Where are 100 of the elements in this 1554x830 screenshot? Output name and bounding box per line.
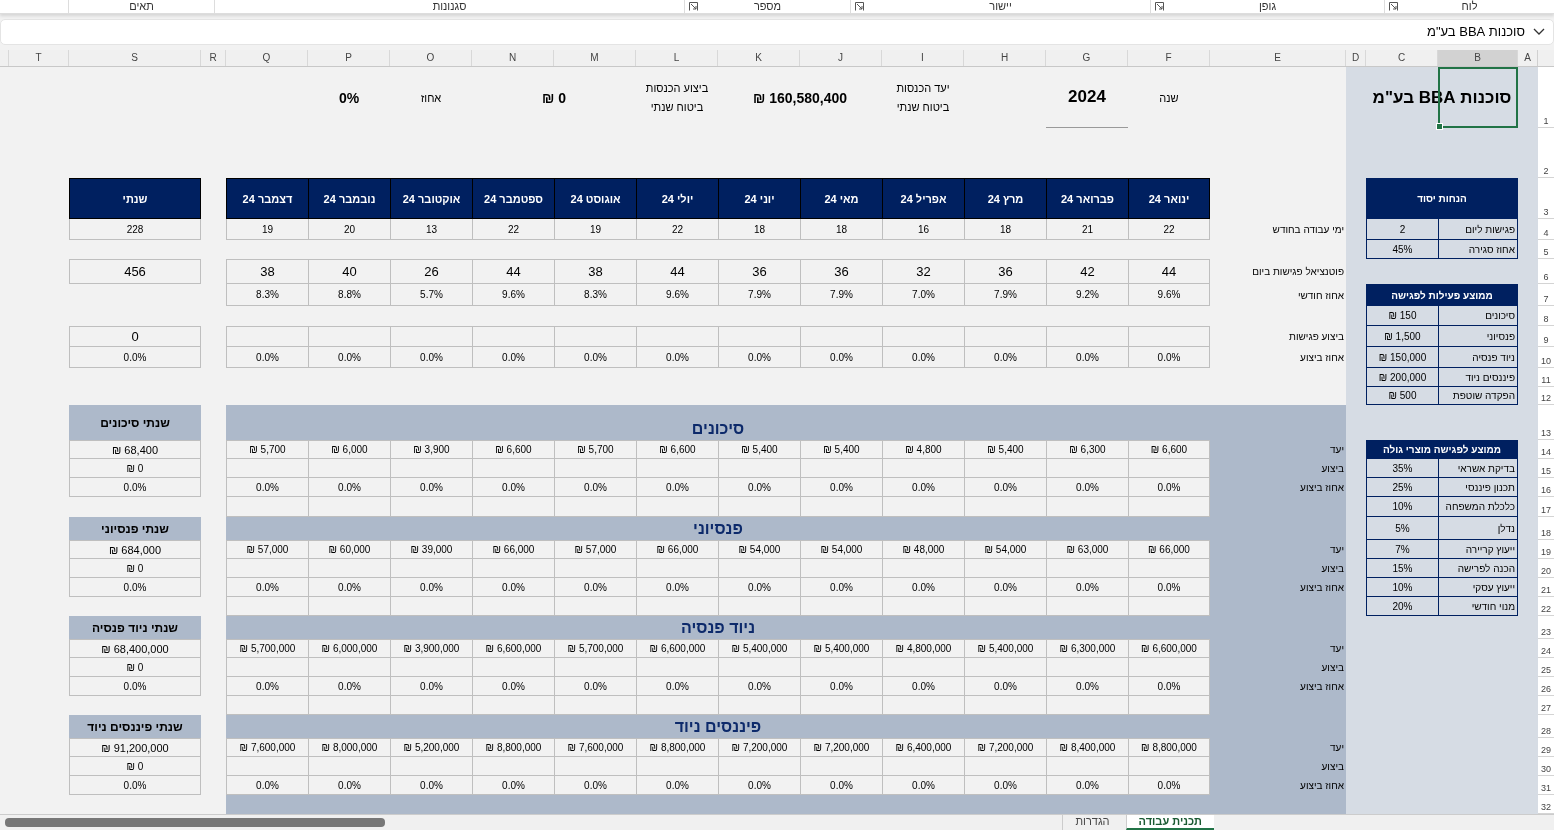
month-header: אוקטובר 24	[390, 178, 472, 219]
row-number[interactable]: 1	[1538, 67, 1554, 128]
table-cell: ₪ 150	[1366, 306, 1438, 326]
row-number[interactable]: 16	[1538, 478, 1554, 497]
table-cell: בדיקת אשראי	[1438, 459, 1518, 478]
column-header[interactable]: F	[1127, 50, 1209, 66]
row-number[interactable]: 32	[1538, 795, 1554, 814]
row-number[interactable]: 21	[1538, 578, 1554, 597]
dialog-launcher-icon[interactable]	[689, 2, 698, 11]
row-number[interactable]: 14	[1538, 440, 1554, 459]
table-cell: ₪ 6,300	[1046, 440, 1128, 459]
table-cell: 7%	[1366, 540, 1438, 559]
table-cell: 0.0%	[882, 578, 964, 597]
column-header[interactable]: B	[1437, 50, 1517, 66]
dialog-launcher-icon[interactable]	[1389, 2, 1398, 11]
row-number[interactable]: 22	[1538, 597, 1554, 616]
row-number[interactable]: 18	[1538, 517, 1554, 540]
table-cell: ₪ 66,000	[472, 540, 554, 559]
sheet-tab[interactable]: הגדרות	[1062, 815, 1122, 830]
column-header[interactable]: T	[8, 50, 68, 66]
column-header[interactable]: Q	[225, 50, 307, 66]
row-number[interactable]: 25	[1538, 658, 1554, 677]
dialog-launcher-icon[interactable]	[855, 2, 864, 11]
table-cell: 44	[472, 259, 554, 284]
table-cell: ₪ 3,900,000	[390, 639, 472, 658]
row-number[interactable]: 15	[1538, 459, 1554, 478]
table-cell: 0.0%	[554, 578, 636, 597]
horizontal-scrollbar[interactable]	[5, 818, 385, 827]
column-header[interactable]: M	[553, 50, 635, 66]
column-header[interactable]: E	[1209, 50, 1345, 66]
column-header[interactable]: N	[471, 50, 553, 66]
row-number[interactable]: 4	[1538, 219, 1554, 240]
table-cell: 5.7%	[390, 284, 472, 306]
sheet-tab[interactable]: תכנית עבודה	[1125, 815, 1214, 830]
row-number[interactable]: 27	[1538, 696, 1554, 715]
column-header[interactable]: R	[200, 50, 225, 66]
column-header[interactable]: J	[799, 50, 881, 66]
table-cell: ₪ 8,400,000	[1046, 738, 1128, 757]
month-header: אוגוסט 24	[554, 178, 636, 219]
table-cell: ₪ 0	[69, 559, 201, 578]
table-cell: ₪ 1,500	[1366, 326, 1438, 347]
row-number[interactable]: 2	[1538, 128, 1554, 178]
dialog-launcher-icon[interactable]	[1155, 2, 1164, 11]
row-number[interactable]: 19	[1538, 540, 1554, 559]
row-number[interactable]: 20	[1538, 559, 1554, 578]
row-number[interactable]: 28	[1538, 715, 1554, 738]
table-cell: 0.0%	[226, 677, 308, 696]
row-number[interactable]: 9	[1538, 326, 1554, 347]
table-cell: 0.0%	[882, 478, 964, 497]
column-header[interactable]: H	[963, 50, 1045, 66]
row-number[interactable]: 17	[1538, 497, 1554, 517]
table-cell: 0.0%	[800, 347, 882, 368]
column-header[interactable]: L	[635, 50, 717, 66]
table-cell: 0.0%	[1046, 478, 1128, 497]
row-number[interactable]: 5	[1538, 240, 1554, 259]
table-cell: 456	[69, 259, 201, 284]
table-cell: 0.0%	[964, 776, 1046, 795]
row-number[interactable]: 31	[1538, 776, 1554, 795]
table-cell: 0.0%	[390, 478, 472, 497]
row-number[interactable]: 26	[1538, 677, 1554, 696]
table-cell: ₪ 6,600	[636, 440, 718, 459]
row-number[interactable]: 7	[1538, 284, 1554, 306]
row-number[interactable]: 30	[1538, 757, 1554, 776]
row-label: ביצוע	[1320, 661, 1345, 675]
table-cell: 22	[1128, 219, 1210, 240]
row-number[interactable]: 10	[1538, 347, 1554, 368]
table-cell: 0.0%	[472, 776, 554, 795]
chevron-down-icon[interactable]	[1533, 27, 1545, 36]
table-cell: ₪ 4,800,000	[882, 639, 964, 658]
table-cell: 36	[800, 259, 882, 284]
column-header[interactable]: P	[307, 50, 389, 66]
column-header[interactable]: I	[881, 50, 963, 66]
table-cell: 0.0%	[800, 478, 882, 497]
row-number[interactable]: 13	[1538, 405, 1554, 440]
column-header[interactable]: K	[717, 50, 799, 66]
row-number[interactable]: 24	[1538, 639, 1554, 658]
column-header[interactable]: G	[1045, 50, 1127, 66]
column-header[interactable]: O	[389, 50, 471, 66]
ribbon-group-label: סגנונות	[432, 0, 467, 13]
row-number[interactable]: 6	[1538, 259, 1554, 284]
row-number[interactable]: 3	[1538, 178, 1554, 219]
table-cell: 0.0%	[718, 347, 800, 368]
row-number[interactable]: 11	[1538, 368, 1554, 387]
row-number[interactable]: 29	[1538, 738, 1554, 757]
table-cell: ₪ 68,400,000	[69, 639, 201, 658]
column-header[interactable]: S	[68, 50, 200, 66]
column-header[interactable]: D	[1345, 50, 1365, 66]
row-number[interactable]: 23	[1538, 616, 1554, 639]
table-cell: הפקדה שוטפת	[1438, 387, 1518, 405]
table-cell: 0.0%	[718, 578, 800, 597]
name-box[interactable]: סוכנות BBA בע"מ	[0, 18, 1554, 45]
table-cell: ₪ 7,600,000	[226, 738, 308, 757]
table-cell: 0.0%	[1128, 776, 1210, 795]
table-cell: ₪ 5,400,000	[718, 639, 800, 658]
table-cell: 20%	[1366, 597, 1438, 616]
row-number[interactable]: 12	[1538, 387, 1554, 405]
table-cell: ₪ 54,000	[800, 540, 882, 559]
column-header[interactable]: C	[1365, 50, 1437, 66]
row-number[interactable]: 8	[1538, 306, 1554, 326]
table-cell: 0.0%	[308, 677, 390, 696]
